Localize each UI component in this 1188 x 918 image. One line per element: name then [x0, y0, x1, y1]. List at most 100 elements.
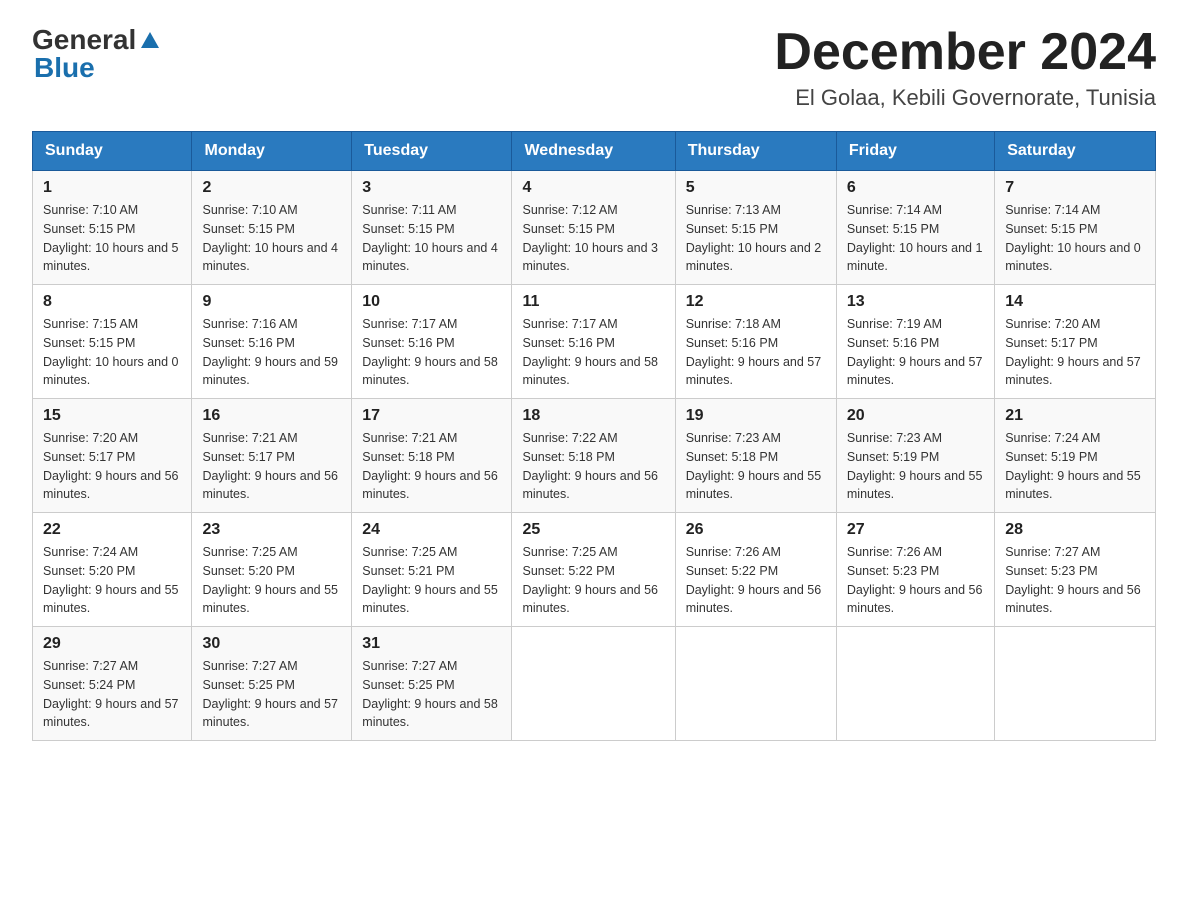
day-number: 11	[522, 293, 664, 311]
calendar-cell: 21 Sunrise: 7:24 AMSunset: 5:19 PMDaylig…	[995, 399, 1156, 513]
day-number: 12	[686, 293, 826, 311]
day-info: Sunrise: 7:22 AMSunset: 5:18 PMDaylight:…	[522, 431, 658, 501]
day-info: Sunrise: 7:26 AMSunset: 5:23 PMDaylight:…	[847, 545, 983, 615]
calendar-cell: 27 Sunrise: 7:26 AMSunset: 5:23 PMDaylig…	[836, 513, 994, 627]
day-info: Sunrise: 7:27 AMSunset: 5:23 PMDaylight:…	[1005, 545, 1141, 615]
calendar-cell: 18 Sunrise: 7:22 AMSunset: 5:18 PMDaylig…	[512, 399, 675, 513]
day-info: Sunrise: 7:12 AMSunset: 5:15 PMDaylight:…	[522, 203, 658, 273]
day-number: 6	[847, 179, 984, 197]
calendar-cell: 20 Sunrise: 7:23 AMSunset: 5:19 PMDaylig…	[836, 399, 994, 513]
calendar-cell: 1 Sunrise: 7:10 AMSunset: 5:15 PMDayligh…	[33, 171, 192, 285]
calendar-cell: 6 Sunrise: 7:14 AMSunset: 5:15 PMDayligh…	[836, 171, 994, 285]
day-info: Sunrise: 7:15 AMSunset: 5:15 PMDaylight:…	[43, 317, 179, 387]
calendar-cell: 29 Sunrise: 7:27 AMSunset: 5:24 PMDaylig…	[33, 627, 192, 741]
day-info: Sunrise: 7:27 AMSunset: 5:25 PMDaylight:…	[362, 659, 498, 729]
day-number: 1	[43, 179, 181, 197]
day-number: 28	[1005, 521, 1145, 539]
calendar-cell: 13 Sunrise: 7:19 AMSunset: 5:16 PMDaylig…	[836, 285, 994, 399]
calendar-cell: 19 Sunrise: 7:23 AMSunset: 5:18 PMDaylig…	[675, 399, 836, 513]
day-number: 30	[202, 635, 341, 653]
calendar-cell: 9 Sunrise: 7:16 AMSunset: 5:16 PMDayligh…	[192, 285, 352, 399]
calendar-cell: 25 Sunrise: 7:25 AMSunset: 5:22 PMDaylig…	[512, 513, 675, 627]
day-info: Sunrise: 7:19 AMSunset: 5:16 PMDaylight:…	[847, 317, 983, 387]
day-number: 9	[202, 293, 341, 311]
day-number: 16	[202, 407, 341, 425]
calendar-cell: 2 Sunrise: 7:10 AMSunset: 5:15 PMDayligh…	[192, 171, 352, 285]
day-number: 13	[847, 293, 984, 311]
calendar-cell: 10 Sunrise: 7:17 AMSunset: 5:16 PMDaylig…	[352, 285, 512, 399]
day-info: Sunrise: 7:16 AMSunset: 5:16 PMDaylight:…	[202, 317, 338, 387]
day-info: Sunrise: 7:27 AMSunset: 5:25 PMDaylight:…	[202, 659, 338, 729]
day-number: 15	[43, 407, 181, 425]
calendar-cell: 30 Sunrise: 7:27 AMSunset: 5:25 PMDaylig…	[192, 627, 352, 741]
calendar-cell: 31 Sunrise: 7:27 AMSunset: 5:25 PMDaylig…	[352, 627, 512, 741]
day-info: Sunrise: 7:25 AMSunset: 5:21 PMDaylight:…	[362, 545, 498, 615]
weekday-header-thursday: Thursday	[675, 132, 836, 171]
day-number: 10	[362, 293, 501, 311]
calendar-week-row: 22 Sunrise: 7:24 AMSunset: 5:20 PMDaylig…	[33, 513, 1156, 627]
month-title: December 2024	[774, 24, 1156, 81]
day-number: 27	[847, 521, 984, 539]
day-info: Sunrise: 7:11 AMSunset: 5:15 PMDaylight:…	[362, 203, 498, 273]
day-number: 23	[202, 521, 341, 539]
day-number: 4	[522, 179, 664, 197]
calendar-cell: 15 Sunrise: 7:20 AMSunset: 5:17 PMDaylig…	[33, 399, 192, 513]
calendar-header-row: SundayMondayTuesdayWednesdayThursdayFrid…	[33, 132, 1156, 171]
day-info: Sunrise: 7:17 AMSunset: 5:16 PMDaylight:…	[362, 317, 498, 387]
day-number: 19	[686, 407, 826, 425]
weekday-header-wednesday: Wednesday	[512, 132, 675, 171]
calendar-cell	[995, 627, 1156, 741]
calendar-cell: 7 Sunrise: 7:14 AMSunset: 5:15 PMDayligh…	[995, 171, 1156, 285]
day-info: Sunrise: 7:25 AMSunset: 5:22 PMDaylight:…	[522, 545, 658, 615]
day-number: 17	[362, 407, 501, 425]
day-info: Sunrise: 7:10 AMSunset: 5:15 PMDaylight:…	[202, 203, 338, 273]
day-number: 22	[43, 521, 181, 539]
calendar-cell: 16 Sunrise: 7:21 AMSunset: 5:17 PMDaylig…	[192, 399, 352, 513]
calendar-cell: 22 Sunrise: 7:24 AMSunset: 5:20 PMDaylig…	[33, 513, 192, 627]
day-number: 21	[1005, 407, 1145, 425]
calendar-cell	[836, 627, 994, 741]
day-number: 26	[686, 521, 826, 539]
day-number: 29	[43, 635, 181, 653]
day-info: Sunrise: 7:10 AMSunset: 5:15 PMDaylight:…	[43, 203, 179, 273]
location-title: El Golaa, Kebili Governorate, Tunisia	[774, 85, 1156, 111]
day-number: 25	[522, 521, 664, 539]
day-info: Sunrise: 7:24 AMSunset: 5:20 PMDaylight:…	[43, 545, 179, 615]
day-info: Sunrise: 7:27 AMSunset: 5:24 PMDaylight:…	[43, 659, 179, 729]
day-info: Sunrise: 7:21 AMSunset: 5:18 PMDaylight:…	[362, 431, 498, 501]
calendar-cell: 4 Sunrise: 7:12 AMSunset: 5:15 PMDayligh…	[512, 171, 675, 285]
day-info: Sunrise: 7:20 AMSunset: 5:17 PMDaylight:…	[43, 431, 179, 501]
calendar-cell: 26 Sunrise: 7:26 AMSunset: 5:22 PMDaylig…	[675, 513, 836, 627]
calendar-week-row: 15 Sunrise: 7:20 AMSunset: 5:17 PMDaylig…	[33, 399, 1156, 513]
calendar-cell: 12 Sunrise: 7:18 AMSunset: 5:16 PMDaylig…	[675, 285, 836, 399]
calendar-week-row: 1 Sunrise: 7:10 AMSunset: 5:15 PMDayligh…	[33, 171, 1156, 285]
calendar-table: SundayMondayTuesdayWednesdayThursdayFrid…	[32, 131, 1156, 741]
day-info: Sunrise: 7:18 AMSunset: 5:16 PMDaylight:…	[686, 317, 822, 387]
calendar-week-row: 8 Sunrise: 7:15 AMSunset: 5:15 PMDayligh…	[33, 285, 1156, 399]
day-number: 24	[362, 521, 501, 539]
weekday-header-tuesday: Tuesday	[352, 132, 512, 171]
day-number: 8	[43, 293, 181, 311]
day-info: Sunrise: 7:13 AMSunset: 5:15 PMDaylight:…	[686, 203, 822, 273]
day-info: Sunrise: 7:25 AMSunset: 5:20 PMDaylight:…	[202, 545, 338, 615]
calendar-week-row: 29 Sunrise: 7:27 AMSunset: 5:24 PMDaylig…	[33, 627, 1156, 741]
calendar-cell: 17 Sunrise: 7:21 AMSunset: 5:18 PMDaylig…	[352, 399, 512, 513]
page-header: General Blue December 2024 El Golaa, Keb…	[32, 24, 1156, 111]
calendar-cell: 24 Sunrise: 7:25 AMSunset: 5:21 PMDaylig…	[352, 513, 512, 627]
calendar-cell: 8 Sunrise: 7:15 AMSunset: 5:15 PMDayligh…	[33, 285, 192, 399]
calendar-cell: 14 Sunrise: 7:20 AMSunset: 5:17 PMDaylig…	[995, 285, 1156, 399]
weekday-header-friday: Friday	[836, 132, 994, 171]
day-info: Sunrise: 7:26 AMSunset: 5:22 PMDaylight:…	[686, 545, 822, 615]
day-number: 7	[1005, 179, 1145, 197]
day-number: 18	[522, 407, 664, 425]
calendar-cell: 28 Sunrise: 7:27 AMSunset: 5:23 PMDaylig…	[995, 513, 1156, 627]
day-info: Sunrise: 7:23 AMSunset: 5:19 PMDaylight:…	[847, 431, 983, 501]
day-info: Sunrise: 7:14 AMSunset: 5:15 PMDaylight:…	[847, 203, 983, 273]
calendar-cell	[512, 627, 675, 741]
day-info: Sunrise: 7:24 AMSunset: 5:19 PMDaylight:…	[1005, 431, 1141, 501]
day-number: 5	[686, 179, 826, 197]
day-number: 14	[1005, 293, 1145, 311]
calendar-cell: 11 Sunrise: 7:17 AMSunset: 5:16 PMDaylig…	[512, 285, 675, 399]
logo-blue-label: Blue	[34, 52, 95, 84]
day-info: Sunrise: 7:21 AMSunset: 5:17 PMDaylight:…	[202, 431, 338, 501]
